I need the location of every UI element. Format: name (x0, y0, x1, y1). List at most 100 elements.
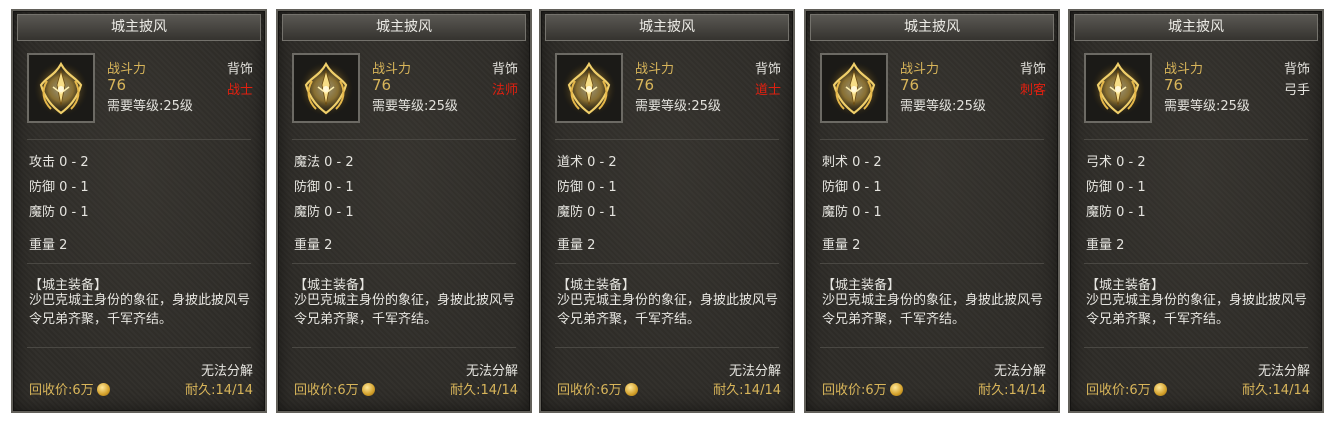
golden-cloak-emblem-icon (29, 55, 93, 121)
section-divider (820, 139, 1044, 140)
combat-power-value: 76 (107, 76, 127, 94)
item-name-title: 城主披风 (545, 14, 789, 41)
item-name-title: 城主披风 (17, 14, 261, 41)
combat-power-value: 76 (1164, 76, 1184, 94)
golden-cloak-emblem-icon (822, 55, 886, 121)
gold-coin-icon (624, 383, 638, 396)
item-name-title: 城主披风 (810, 14, 1054, 41)
equipment-slot-label: 背饰 (491, 62, 518, 77)
character-class-label: 弓手 (1283, 83, 1310, 98)
recycle-price: 回收价:6万 (29, 379, 110, 398)
durability: 耐久:14/14 (1242, 383, 1310, 398)
item-icon-frame[interactable] (820, 53, 888, 123)
dismantle-status: 无法分解 (993, 364, 1046, 379)
item-weight: 重量 2 (822, 238, 861, 253)
durability: 耐久:14/14 (185, 383, 253, 398)
recycle-price-text: 回收价:6万 (294, 383, 359, 398)
section-divider (292, 347, 516, 348)
item-tooltip-card: 城主披风 战斗力 76 需 (539, 9, 795, 413)
required-level: 需要等级:25级 (635, 99, 721, 114)
equipment-slot-label: 背饰 (1019, 62, 1046, 77)
section-divider (555, 263, 779, 264)
dismantle-status: 无法分解 (1257, 364, 1310, 379)
required-level: 需要等级:25级 (372, 99, 458, 114)
gold-coin-icon (361, 383, 375, 396)
required-level: 需要等级:25级 (107, 99, 193, 114)
combat-power-label: 战斗力 (372, 62, 412, 77)
recycle-price-text: 回收价:6万 (1086, 383, 1151, 398)
item-icon-frame[interactable] (292, 53, 360, 123)
section-divider (292, 139, 516, 140)
required-level: 需要等级:25级 (1164, 99, 1250, 114)
golden-cloak-emblem-icon (1086, 55, 1150, 121)
stat-primary: 魔法 0 - 2 (294, 155, 354, 170)
recycle-price: 回收价:6万 (294, 379, 375, 398)
item-name-title: 城主披风 (282, 14, 526, 41)
durability: 耐久:14/14 (978, 383, 1046, 398)
combat-power-value: 76 (372, 76, 392, 94)
recycle-price: 回收价:6万 (557, 379, 638, 398)
required-level: 需要等级:25级 (900, 99, 986, 114)
item-icon-frame[interactable] (27, 53, 95, 123)
item-icon-frame[interactable] (1084, 53, 1152, 123)
gold-coin-icon (889, 383, 903, 396)
stat-defense: 防御 0 - 1 (294, 180, 354, 195)
item-tooltip-card: 城主披风 战斗力 76 需 (11, 9, 267, 413)
equipment-slot-label: 背饰 (1283, 62, 1310, 77)
stat-magic-defense: 魔防 0 - 1 (294, 205, 354, 220)
stat-defense: 防御 0 - 1 (1086, 180, 1146, 195)
description-text: 沙巴克城主身份的象征，身披此披风号令兄弟齐聚，千军齐结。 (29, 293, 251, 327)
item-weight: 重量 2 (557, 238, 596, 253)
item-tooltip-card: 城主披风 战斗力 76 需 (276, 9, 532, 413)
recycle-price-text: 回收价:6万 (557, 383, 622, 398)
combat-power-value: 76 (900, 76, 920, 94)
description-text: 沙巴克城主身份的象征，身披此披风号令兄弟齐聚，千军齐结。 (294, 293, 516, 327)
gold-coin-icon (1153, 383, 1167, 396)
gold-coin-icon (96, 383, 110, 396)
combat-power-label: 战斗力 (900, 62, 940, 77)
description-text: 沙巴克城主身份的象征，身披此披风号令兄弟齐聚，千军齐结。 (557, 293, 779, 327)
stat-primary: 道术 0 - 2 (557, 155, 617, 170)
item-name-title: 城主披风 (1074, 14, 1318, 41)
item-weight: 重量 2 (29, 238, 68, 253)
durability: 耐久:14/14 (713, 383, 781, 398)
section-divider (820, 347, 1044, 348)
character-class-label: 刺客 (1019, 83, 1046, 98)
section-divider (292, 263, 516, 264)
section-divider (820, 263, 1044, 264)
dismantle-status: 无法分解 (728, 364, 781, 379)
dismantle-status: 无法分解 (200, 364, 253, 379)
dismantle-status: 无法分解 (465, 364, 518, 379)
recycle-price-text: 回收价:6万 (29, 383, 94, 398)
recycle-price: 回收价:6万 (822, 379, 903, 398)
description-text: 沙巴克城主身份的象征，身披此披风号令兄弟齐聚，千军齐结。 (822, 293, 1044, 327)
golden-cloak-emblem-icon (294, 55, 358, 121)
stat-magic-defense: 魔防 0 - 1 (822, 205, 882, 220)
stat-primary: 弓术 0 - 2 (1086, 155, 1146, 170)
stat-defense: 防御 0 - 1 (557, 180, 617, 195)
character-class-label: 道士 (754, 83, 781, 98)
item-weight: 重量 2 (294, 238, 333, 253)
stat-defense: 防御 0 - 1 (822, 180, 882, 195)
stat-magic-defense: 魔防 0 - 1 (557, 205, 617, 220)
item-weight: 重量 2 (1086, 238, 1125, 253)
stat-magic-defense: 魔防 0 - 1 (29, 205, 89, 220)
equipment-slot-label: 背饰 (226, 62, 253, 77)
section-divider (555, 347, 779, 348)
description-text: 沙巴克城主身份的象征，身披此披风号令兄弟齐聚，千军齐结。 (1086, 293, 1308, 327)
stat-primary: 刺术 0 - 2 (822, 155, 882, 170)
character-class-label: 战士 (226, 83, 253, 98)
item-icon-frame[interactable] (555, 53, 623, 123)
combat-power-value: 76 (635, 76, 655, 94)
stat-magic-defense: 魔防 0 - 1 (1086, 205, 1146, 220)
item-tooltip-card: 城主披风 战斗力 76 需 (1068, 9, 1324, 413)
character-class-label: 法师 (491, 83, 518, 98)
item-tooltip-card: 城主披风 战斗力 76 需 (804, 9, 1060, 413)
section-divider (27, 263, 251, 264)
recycle-price-text: 回收价:6万 (822, 383, 887, 398)
section-divider (1084, 263, 1308, 264)
section-divider (1084, 139, 1308, 140)
combat-power-label: 战斗力 (107, 62, 147, 77)
combat-power-label: 战斗力 (1164, 62, 1204, 77)
combat-power-label: 战斗力 (635, 62, 675, 77)
